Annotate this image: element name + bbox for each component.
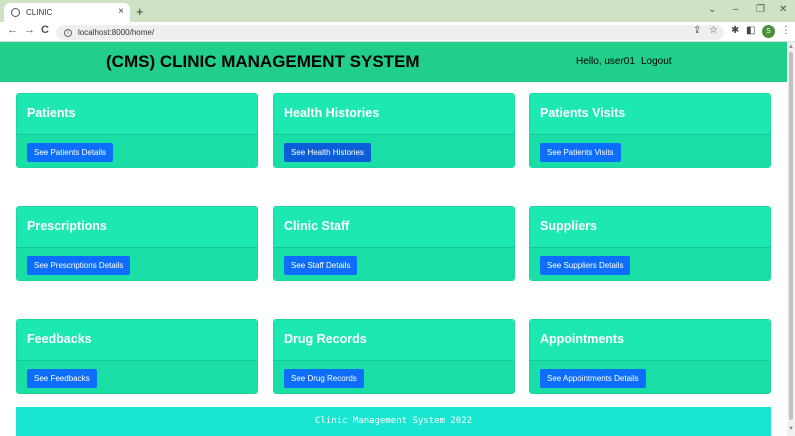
- card-title: Patients Visits: [530, 94, 770, 135]
- see-prescriptions-details-button[interactable]: See Prescriptions Details: [27, 256, 131, 275]
- side-panel-icon[interactable]: ◧: [746, 25, 755, 36]
- forward-button[interactable]: →: [24, 24, 35, 36]
- tab-close-icon[interactable]: ×: [118, 6, 124, 17]
- see-drug-records-button[interactable]: See Drug Records: [284, 369, 364, 388]
- card-patients-visits: Patients Visits See Patients Visits: [529, 93, 771, 168]
- see-staff-details-button[interactable]: See Staff Details: [284, 256, 358, 275]
- card-health-histories: Health Histories See Health Histories: [273, 93, 515, 168]
- card-suppliers: Suppliers See Suppliers Details: [529, 206, 771, 281]
- close-window-button[interactable]: ✕: [779, 4, 787, 15]
- card-clinic-staff: Clinic Staff See Staff Details: [273, 206, 515, 281]
- card-title: Appointments: [530, 320, 770, 361]
- card-patients: Patients See Patients Details: [16, 93, 258, 168]
- extensions-icon[interactable]: ✱: [731, 25, 739, 36]
- card-title: Feedbacks: [17, 320, 257, 361]
- browser-menu-icon[interactable]: ⋮: [781, 25, 791, 36]
- restore-button[interactable]: ❐: [756, 4, 765, 15]
- scroll-down-arrow-icon[interactable]: ▼: [788, 426, 794, 432]
- tab-search-icon[interactable]: ⌄: [708, 4, 716, 15]
- card-title: Clinic Staff: [274, 207, 514, 248]
- site-navbar: (CMS) CLINIC MANAGEMENT SYSTEM Hello, us…: [0, 42, 787, 82]
- minimize-button[interactable]: –: [733, 4, 739, 15]
- new-tab-button[interactable]: +: [136, 4, 144, 19]
- profile-avatar[interactable]: S: [762, 25, 775, 38]
- card-title: Patients: [17, 94, 257, 135]
- see-suppliers-details-button[interactable]: See Suppliers Details: [540, 256, 631, 275]
- url-text: localhost:8000/home/: [78, 28, 155, 37]
- reload-button[interactable]: C: [41, 24, 49, 36]
- browser-tab[interactable]: CLINIC ×: [4, 3, 130, 22]
- see-health-histories-button[interactable]: See Health Histories: [284, 143, 371, 162]
- share-icon[interactable]: ⇪: [693, 25, 701, 36]
- address-bar: ← → C i localhost:8000/home/ ⇪ ☆ ✱ ◧ S ⋮: [0, 22, 795, 42]
- bookmark-star-icon[interactable]: ☆: [709, 25, 718, 36]
- card-prescriptions: Prescriptions See Prescriptions Details: [16, 206, 258, 281]
- tab-title: CLINIC: [26, 8, 53, 17]
- back-button[interactable]: ←: [7, 24, 18, 36]
- card-title: Health Histories: [274, 94, 514, 135]
- card-appointments: Appointments See Appointments Details: [529, 319, 771, 394]
- card-title: Prescriptions: [17, 207, 257, 248]
- user-greeting: Hello, user01: [576, 56, 635, 67]
- logout-link[interactable]: Logout: [641, 56, 672, 67]
- card-feedbacks: Feedbacks See Feedbacks: [16, 319, 258, 394]
- card-drug-records: Drug Records See Drug Records: [273, 319, 515, 394]
- browser-tab-strip: CLINIC × + ⌄ – ❐ ✕: [0, 0, 795, 22]
- info-icon[interactable]: i: [64, 28, 72, 37]
- card-title: Drug Records: [274, 320, 514, 361]
- site-brand[interactable]: (CMS) CLINIC MANAGEMENT SYSTEM: [106, 52, 420, 72]
- globe-icon: [11, 8, 20, 17]
- page-footer: Clinic Management System 2022: [16, 407, 771, 436]
- see-patients-visits-button[interactable]: See Patients Visits: [540, 143, 621, 162]
- card-title: Suppliers: [530, 207, 770, 248]
- scrollbar-thumb[interactable]: [789, 52, 793, 420]
- see-feedbacks-button[interactable]: See Feedbacks: [27, 369, 97, 388]
- see-patients-details-button[interactable]: See Patients Details: [27, 143, 114, 162]
- url-field[interactable]: i localhost:8000/home/: [56, 25, 724, 40]
- scroll-up-arrow-icon[interactable]: ▲: [788, 44, 794, 50]
- see-appointments-details-button[interactable]: See Appointments Details: [540, 369, 646, 388]
